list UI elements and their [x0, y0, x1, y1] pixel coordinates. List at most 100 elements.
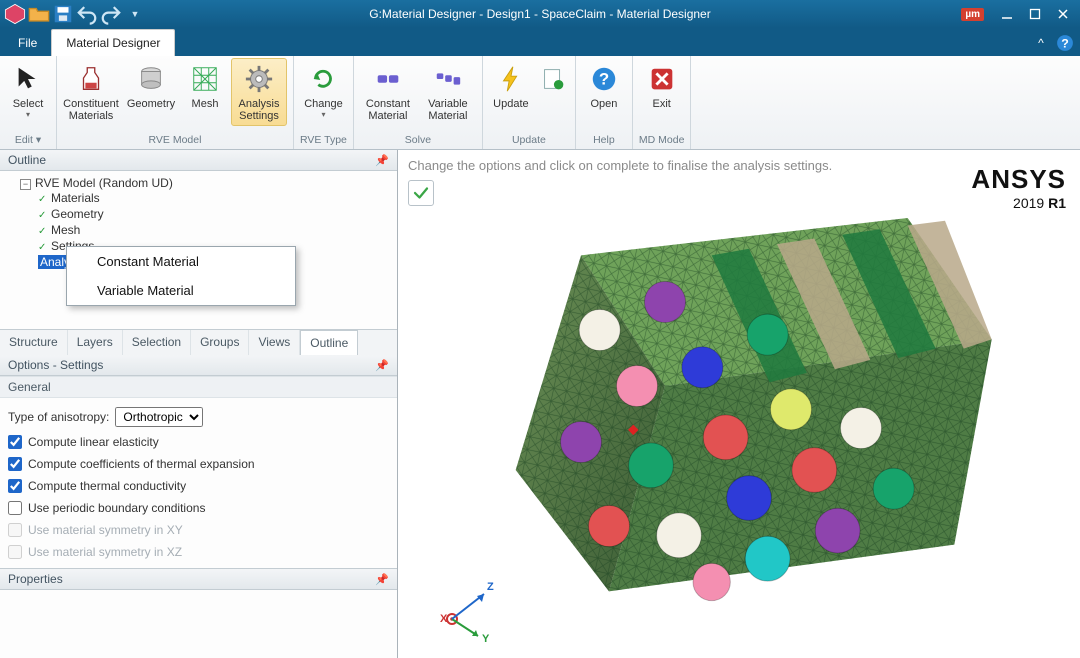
- ribbon: Select ▾ Edit ▾ Constituent Materials Ge…: [0, 56, 1080, 150]
- tab-outline[interactable]: Outline: [300, 330, 358, 356]
- window-controls: µm: [961, 4, 1080, 24]
- opt-thermal-conductivity[interactable]: Compute thermal conductivity: [8, 475, 389, 497]
- open-help-button[interactable]: ? Open: [582, 58, 626, 114]
- pin-icon-options[interactable]: 📌: [375, 359, 389, 372]
- qat-dropdown-icon[interactable]: ▼: [124, 3, 146, 25]
- properties-header: Properties 📌: [0, 569, 397, 590]
- app-icon: [4, 3, 26, 25]
- tab-views[interactable]: Views: [249, 330, 300, 355]
- materials-bottle-icon: [74, 62, 108, 96]
- select-label: Select: [13, 98, 44, 110]
- viewport[interactable]: Change the options and click on complete…: [398, 150, 1080, 658]
- main-area: Outline 📌 −RVE Model (Random UD) ✓Materi…: [0, 150, 1080, 658]
- file-menu[interactable]: File: [6, 30, 49, 56]
- unit-badge[interactable]: µm: [961, 8, 984, 21]
- tab-groups[interactable]: Groups: [191, 330, 249, 355]
- group-rve-model-label: RVE Model: [63, 132, 287, 149]
- anisotropy-row: Type of anisotropy: Orthotropic: [8, 403, 389, 431]
- open-label: Open: [590, 98, 617, 110]
- options-header: Options - Settings 📌: [0, 355, 397, 376]
- options-sheet-icon: [536, 62, 570, 96]
- tab-structure[interactable]: Structure: [0, 330, 68, 355]
- options-title: Options - Settings: [8, 358, 103, 372]
- quick-access-toolbar: ▼: [0, 3, 150, 25]
- mesh-button[interactable]: Mesh: [183, 58, 227, 114]
- help-icon[interactable]: ?: [1056, 34, 1074, 52]
- mesh-label: Mesh: [192, 98, 219, 110]
- constant-eraser-icon: [371, 62, 405, 96]
- viewport-hint: Change the options and click on complete…: [408, 158, 832, 173]
- tab-layers[interactable]: Layers: [68, 330, 123, 355]
- geometry-cylinder-icon: [134, 62, 168, 96]
- redo-icon[interactable]: [100, 3, 122, 25]
- options-section-general: General: [0, 376, 397, 398]
- maximize-button[interactable]: [1022, 4, 1048, 24]
- constituent-label: Constituent Materials: [63, 98, 119, 122]
- options-panel: Options - Settings 📌 General Type of ani…: [0, 355, 397, 658]
- pin-icon[interactable]: 📌: [375, 154, 389, 167]
- anisotropy-label: Type of anisotropy:: [8, 410, 109, 424]
- cursor-icon: [11, 62, 45, 96]
- update-options-button[interactable]: [537, 58, 569, 102]
- mesh-grid-icon: [188, 62, 222, 96]
- change-button[interactable]: Change ▾: [301, 58, 345, 123]
- left-pane: Outline 📌 −RVE Model (Random UD) ✓Materi…: [0, 150, 398, 658]
- opt-symmetry-xy: Use material symmetry in XY: [8, 519, 389, 541]
- window-title: G:Material Designer - Design1 - SpaceCla…: [369, 7, 710, 21]
- context-menu: Constant Material Variable Material: [66, 246, 296, 306]
- opt-linear-elasticity[interactable]: Compute linear elasticity: [8, 431, 389, 453]
- model-preview[interactable]: [438, 190, 1060, 638]
- tab-selection[interactable]: Selection: [123, 330, 191, 355]
- lightning-icon: [494, 62, 528, 96]
- outline-tree[interactable]: −RVE Model (Random UD) ✓Materials ✓Geome…: [0, 171, 397, 329]
- exit-button[interactable]: Exit: [640, 58, 684, 114]
- exit-close-icon: [645, 62, 679, 96]
- title-bar: ▼ G:Material Designer - Design1 - SpaceC…: [0, 0, 1080, 28]
- svg-text:?: ?: [599, 70, 609, 89]
- gear-icon: [242, 62, 276, 96]
- variable-material-button[interactable]: Variable Material: [420, 58, 476, 126]
- tab-material-designer[interactable]: Material Designer: [51, 29, 175, 56]
- analysis-settings-button[interactable]: Analysis Settings: [231, 58, 287, 126]
- save-icon[interactable]: [52, 3, 74, 25]
- change-label: Change: [304, 98, 343, 110]
- group-rve-type-label: RVE Type: [300, 132, 347, 149]
- ribbon-collapse-icon[interactable]: ^: [1032, 34, 1050, 52]
- update-button[interactable]: Update: [489, 58, 533, 114]
- variable-eraser-icon: [431, 62, 465, 96]
- constituent-materials-button[interactable]: Constituent Materials: [63, 58, 119, 126]
- tree-item-materials[interactable]: ✓Materials: [38, 190, 395, 206]
- geometry-button[interactable]: Geometry: [123, 58, 179, 114]
- tree-collapse-icon[interactable]: −: [20, 179, 31, 190]
- exit-label: Exit: [652, 98, 670, 110]
- constant-material-label: Constant Material: [363, 98, 413, 122]
- group-md-mode-label: MD Mode: [639, 132, 685, 149]
- properties-panel: Properties 📌: [0, 568, 397, 652]
- variable-material-label: Variable Material: [423, 98, 473, 122]
- refresh-icon: [306, 62, 340, 96]
- constant-material-button[interactable]: Constant Material: [360, 58, 416, 126]
- opt-periodic-bc[interactable]: Use periodic boundary conditions: [8, 497, 389, 519]
- opt-thermal-expansion[interactable]: Compute coefficients of thermal expansio…: [8, 453, 389, 475]
- open-folder-icon[interactable]: [28, 3, 50, 25]
- tree-item-mesh[interactable]: ✓Mesh: [38, 222, 395, 238]
- select-button[interactable]: Select ▾: [6, 58, 50, 123]
- close-button[interactable]: [1050, 4, 1076, 24]
- group-update-label: Update: [489, 132, 569, 149]
- properties-title: Properties: [8, 572, 63, 586]
- tree-root[interactable]: RVE Model (Random UD): [35, 176, 173, 190]
- outline-header: Outline 📌: [0, 150, 397, 171]
- tree-item-geometry[interactable]: ✓Geometry: [38, 206, 395, 222]
- complete-check-button[interactable]: [408, 180, 434, 206]
- help-circle-icon: ?: [587, 62, 621, 96]
- group-edit-label: Edit: [15, 134, 33, 146]
- analysis-settings-label: Analysis Settings: [234, 98, 284, 122]
- context-variable-material[interactable]: Variable Material: [67, 276, 295, 305]
- undo-icon[interactable]: [76, 3, 98, 25]
- group-solve-label: Solve: [360, 132, 476, 149]
- pin-icon-properties[interactable]: 📌: [375, 573, 389, 586]
- minimize-button[interactable]: [994, 4, 1020, 24]
- context-constant-material[interactable]: Constant Material: [67, 247, 295, 276]
- update-label: Update: [493, 98, 528, 110]
- anisotropy-select[interactable]: Orthotropic: [115, 407, 203, 427]
